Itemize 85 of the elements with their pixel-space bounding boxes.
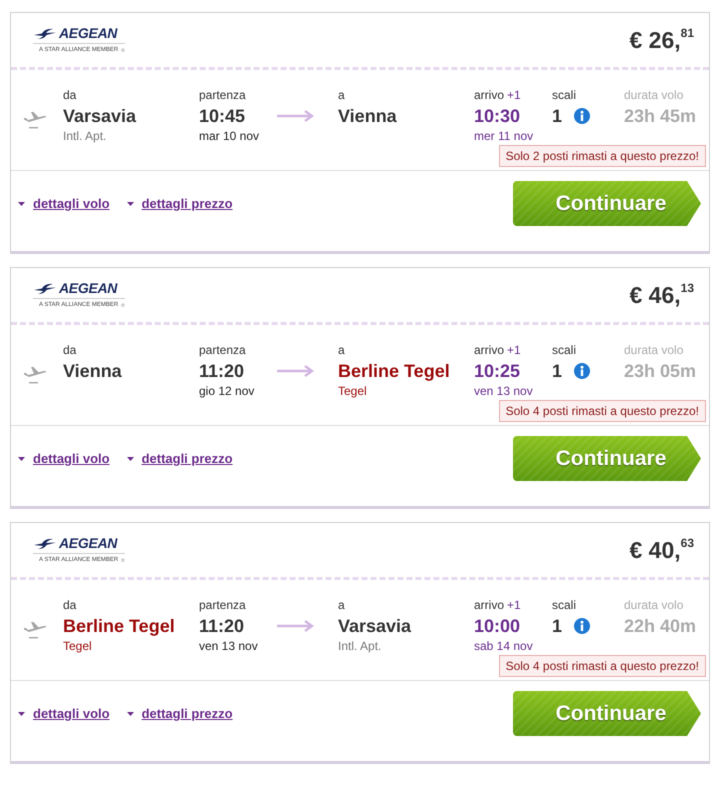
departure-label: partenza — [199, 343, 246, 358]
caret-icon — [126, 456, 134, 460]
caret-icon — [126, 712, 134, 716]
bird-emblem-icon — [33, 28, 57, 40]
caret-icon — [126, 202, 134, 206]
destination-label: a — [338, 598, 345, 613]
caret-icon — [18, 202, 25, 206]
seats-left-notice: Solo 4 posti rimasti a questo prezzo! — [498, 400, 706, 422]
flight-details-link[interactable]: dettagli volo — [18, 706, 110, 721]
price-details-link[interactable]: dettagli prezzo — [126, 451, 233, 466]
price: € 40,$^{63}$ — [629, 536, 694, 564]
flight-duration: 23h 45m — [624, 105, 696, 127]
caret-icon — [18, 712, 25, 716]
bird-emblem-icon — [33, 538, 57, 550]
plane-icon — [23, 619, 47, 639]
destination-city: Vienna — [338, 105, 397, 127]
arrival-date: sab 14 nov — [474, 639, 533, 654]
departure-time: 10:45 — [199, 105, 246, 127]
departure-date: mar 10 nov — [199, 129, 260, 144]
departure-time: 11:20 — [199, 615, 244, 637]
flight-details-link[interactable]: dettagli volo — [18, 451, 110, 466]
caret-icon — [18, 456, 25, 460]
stops-label: scali — [552, 343, 576, 358]
flight-duration: 23h 05m — [624, 360, 696, 382]
origin-city: Vienna — [63, 360, 122, 382]
flight-details-link[interactable]: dettagli volo — [18, 196, 110, 211]
departure-date: gio 12 nov — [199, 384, 254, 399]
origin-label: da — [63, 343, 76, 358]
day-offset: +1 — [507, 88, 521, 103]
star-icon — [121, 556, 125, 564]
info-icon[interactable] — [574, 108, 590, 124]
info-icon[interactable] — [574, 363, 590, 379]
departure-label: partenza — [199, 88, 246, 103]
duration-label: durata volo — [624, 88, 684, 103]
flight-duration: 22h 40m — [624, 615, 696, 637]
airline-name: AEGEAN — [59, 26, 118, 41]
origin-city: Varsavia — [63, 105, 136, 127]
arrival-time: 10:00 — [474, 615, 520, 637]
arrival-date: ven 13 nov — [474, 384, 533, 399]
departure-time: 11:20 — [199, 360, 244, 382]
stops-label: scali — [552, 598, 576, 613]
seats-left-notice: Solo 4 posti rimasti a questo prezzo! — [498, 655, 706, 677]
arrow-icon — [277, 620, 314, 632]
arrival-label: arrivo — [474, 598, 504, 613]
seats-left-notice: Solo 2 posti rimasti a questo prezzo! — [498, 145, 706, 167]
day-offset: +1 — [507, 343, 521, 358]
star-icon — [121, 46, 125, 54]
origin-airport: Intl. Apt. — [63, 129, 106, 144]
duration-label: durata volo — [624, 598, 684, 613]
arrival-label: arrivo — [474, 88, 504, 103]
airline-name: AEGEAN — [59, 536, 118, 551]
price: € 26,$^{81}$ — [629, 26, 694, 54]
arrival-date: mer 11 nov — [474, 129, 534, 144]
bird-emblem-icon — [33, 282, 57, 294]
arrival-label: arrivo — [474, 343, 504, 358]
origin-city: Berline Tegel — [63, 615, 175, 637]
stops-count: 1 — [552, 360, 562, 382]
info-icon[interactable] — [574, 618, 590, 634]
destination-airport: Tegel — [338, 384, 367, 399]
price-details-link[interactable]: dettagli prezzo — [126, 196, 233, 211]
stops-count: 1 — [552, 105, 562, 127]
origin-label: da — [63, 88, 76, 103]
departure-date: ven 13 nov — [199, 639, 258, 654]
stops-count: 1 — [552, 615, 562, 637]
price: € 46,$^{13}$ — [629, 281, 694, 309]
stops-label: scali — [552, 88, 576, 103]
destination-city: Varsavia — [338, 615, 412, 637]
arrow-icon — [277, 365, 314, 377]
airline-name: AEGEAN — [59, 281, 118, 296]
arrow-icon — [277, 110, 314, 122]
destination-city: Berline Tegel — [338, 360, 450, 382]
day-offset: +1 — [507, 598, 521, 613]
arrival-time: 10:30 — [474, 105, 520, 127]
star-icon — [121, 301, 125, 309]
origin-label: da — [63, 598, 76, 613]
plane-icon — [23, 364, 47, 384]
plane-icon — [23, 109, 47, 129]
departure-label: partenza — [199, 598, 246, 613]
destination-airport: Intl. Apt. — [338, 639, 382, 654]
price-details-link[interactable]: dettagli prezzo — [126, 706, 233, 721]
arrival-time: 10:25 — [474, 360, 520, 382]
origin-airport: Tegel — [63, 639, 92, 654]
duration-label: durata volo — [624, 343, 684, 358]
destination-label: a — [338, 88, 345, 103]
destination-label: a — [338, 343, 345, 358]
